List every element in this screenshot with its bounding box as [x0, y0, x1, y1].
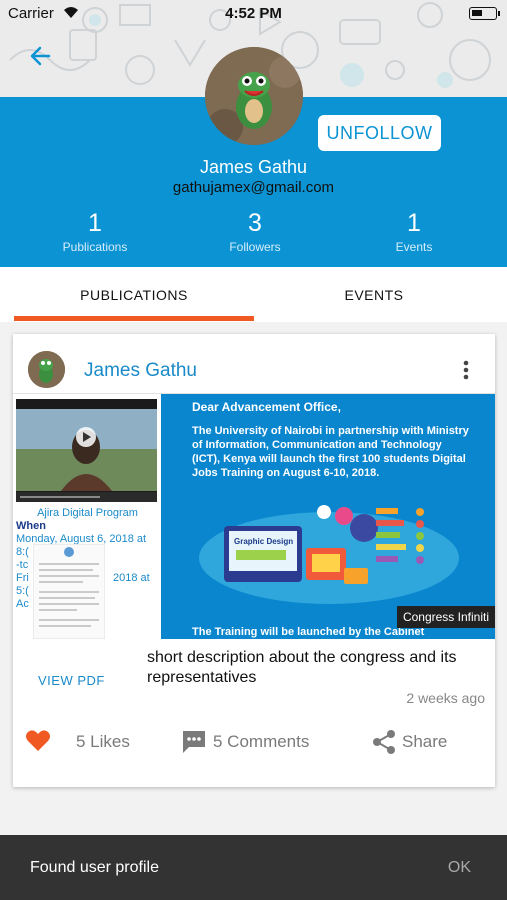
post-description: short description about the congress and…	[147, 649, 457, 686]
video-preview[interactable]	[16, 399, 157, 502]
stat-value: 3	[248, 209, 262, 237]
comment-button[interactable]: 5 Comments	[181, 729, 341, 755]
profile-email: gathujamex@gmail.com	[172, 179, 335, 196]
snackbar: Found user profile OK	[0, 835, 507, 900]
view-pdf-link[interactable]: VIEW PDF	[38, 673, 105, 688]
back-button[interactable]	[27, 42, 55, 70]
like-button[interactable]: 5 Likes	[25, 729, 145, 755]
stat-events[interactable]: 1 Events	[344, 209, 484, 254]
comment-icon	[183, 731, 205, 753]
flyer-illustration: Graphic Design	[199, 505, 459, 604]
stat-value: 1	[407, 209, 421, 237]
document-page-preview	[33, 544, 105, 639]
back-arrow-icon	[30, 46, 51, 66]
heart-icon	[26, 730, 50, 751]
document-when-label: When	[16, 520, 46, 532]
stat-followers[interactable]: 3 Followers	[185, 209, 325, 254]
flyer-body: The University of Nairobi in partnership…	[192, 425, 469, 479]
tab-bar: PUBLICATIONS EVENTS	[0, 267, 507, 322]
document-when-line: Fri	[16, 572, 29, 584]
comments-count: 5 Comments	[213, 732, 310, 751]
status-time: 4:52 PM	[225, 5, 282, 22]
post-image[interactable]: Dear Advancement Office, The University …	[161, 394, 495, 639]
share-icon	[373, 730, 395, 754]
author-name[interactable]: James Gathu	[84, 360, 197, 382]
document-title: Ajira Digital Program	[37, 507, 138, 519]
publication-card[interactable]: James Gathu Ajira Digital Program When M…	[13, 334, 495, 787]
snackbar-message: Found user profile	[30, 859, 159, 876]
snackbar-ok-button[interactable]: OK	[448, 859, 471, 877]
unfollow-button[interactable]: UNFOLLOW	[318, 115, 441, 151]
post-image-badge: Congress Infiniti	[396, 606, 495, 628]
active-tab-indicator	[14, 316, 254, 321]
profile-screen: Carrier 4:52 PM UNFOLLOW James Gathu gat…	[0, 0, 507, 900]
stat-publications[interactable]: 1 Publications	[25, 209, 165, 254]
stat-label: Events	[395, 240, 433, 254]
share-label: Share	[402, 732, 448, 751]
stat-label: Followers	[229, 240, 281, 254]
document-when-line: 2018 at	[113, 572, 150, 584]
battery-icon	[469, 7, 500, 20]
profile-avatar	[205, 47, 303, 145]
document-thumbnail[interactable]: Ajira Digital Program When Monday, Augus…	[13, 394, 159, 639]
author-avatar[interactable]	[28, 351, 65, 388]
share-button[interactable]: Share	[371, 729, 471, 755]
flyer-salutation: Dear Advancement Office,	[192, 400, 341, 414]
tab-events[interactable]: EVENTS	[254, 267, 494, 322]
tab-publications[interactable]: PUBLICATIONS	[14, 267, 254, 322]
stat-label: Publications	[62, 240, 128, 254]
post-timestamp: 2 weeks ago	[406, 690, 485, 706]
more-options-icon[interactable]	[460, 359, 472, 381]
flyer-screen-label: Graphic Design	[234, 537, 293, 546]
status-bar: Carrier 4:52 PM	[0, 0, 507, 28]
stat-value: 1	[88, 209, 102, 237]
profile-name: James Gathu	[199, 157, 308, 177]
likes-count: 5 Likes	[76, 732, 130, 751]
